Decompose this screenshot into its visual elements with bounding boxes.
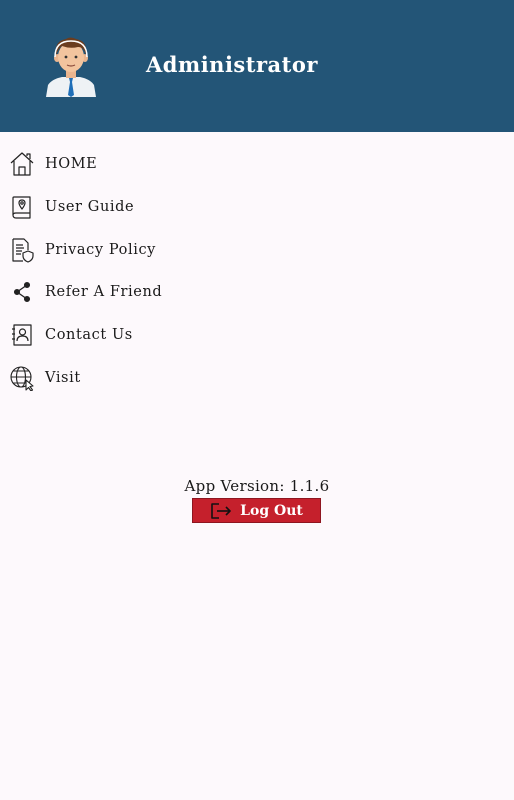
menu-label: User Guide <box>45 199 135 216</box>
globe-cursor-icon <box>9 365 35 391</box>
menu-item-refer-a-friend[interactable]: Refer A Friend <box>0 271 514 314</box>
contact-card-icon <box>9 322 35 348</box>
menu-label: Privacy Policy <box>45 241 156 258</box>
menu-label: Contact Us <box>45 327 133 344</box>
logout-label: Log Out <box>240 502 303 519</box>
menu-item-contact-us[interactable]: Contact Us <box>0 314 514 357</box>
menu-item-user-guide[interactable]: User Guide <box>0 186 514 229</box>
menu-label: Refer A Friend <box>45 284 163 301</box>
app-version: App Version: 1.1.6 <box>184 477 330 495</box>
guide-book-icon <box>9 194 35 220</box>
logout-button[interactable]: Log Out <box>192 498 321 523</box>
user-avatar <box>46 37 96 97</box>
navigation-menu: HOME User Guide Privacy Policy Refer A F… <box>0 143 514 399</box>
menu-item-visit[interactable]: Visit <box>0 356 514 399</box>
drawer-header: Administrator <box>0 0 514 132</box>
user-name: Administrator <box>146 52 318 77</box>
menu-label: Visit <box>45 369 81 386</box>
logout-icon <box>211 502 231 519</box>
share-icon <box>9 279 35 305</box>
privacy-document-icon <box>9 237 35 263</box>
home-icon <box>9 151 35 177</box>
menu-label: HOME <box>45 156 98 173</box>
menu-item-privacy-policy[interactable]: Privacy Policy <box>0 228 514 271</box>
menu-item-home[interactable]: HOME <box>0 143 514 186</box>
